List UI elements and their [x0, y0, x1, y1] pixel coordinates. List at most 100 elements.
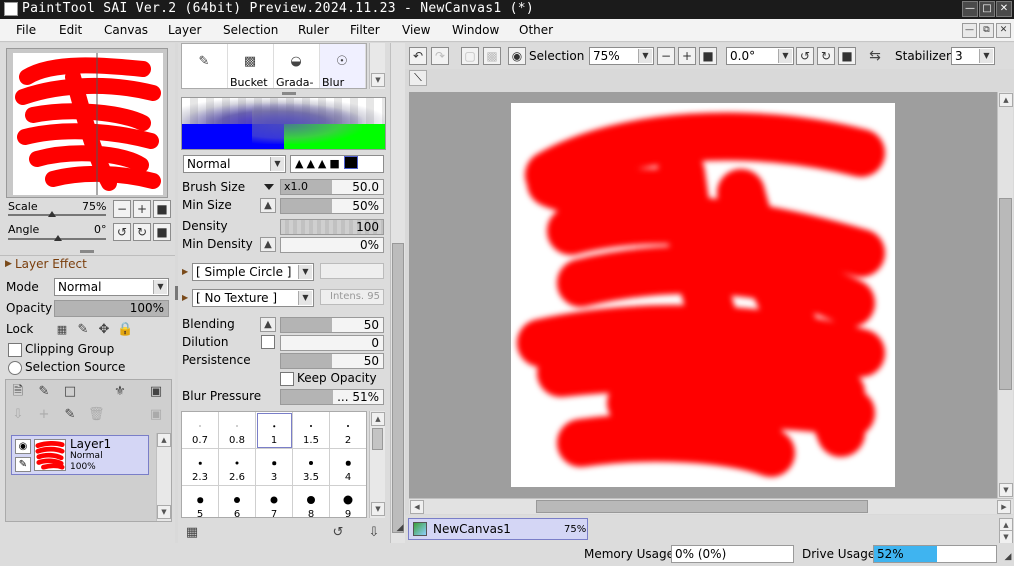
- new-layer-icon[interactable]: 🗎: [10, 384, 26, 400]
- transfer-down-icon[interactable]: ⇩: [10, 407, 26, 423]
- navigator-preview[interactable]: [6, 48, 168, 198]
- menu-edit[interactable]: Edit: [59, 23, 82, 37]
- zoom-select[interactable]: 75% ▼: [589, 47, 654, 65]
- angle-select[interactable]: 0.0° ▼: [726, 47, 794, 65]
- expand-arrow-icon[interactable]: ▶: [182, 267, 188, 276]
- brush-size-preset[interactable]: 1.5: [293, 412, 330, 449]
- scale-slider[interactable]: [8, 214, 106, 216]
- brush-shape-select[interactable]: [ Simple Circle ] ▼: [192, 263, 314, 281]
- angle-slider-thumb[interactable]: [54, 235, 62, 241]
- menu-selection[interactable]: Selection: [223, 23, 278, 37]
- save-icon[interactable]: ⇩: [366, 525, 382, 541]
- layer-row[interactable]: ◉ ✎ Layer1 Normal 100%: [11, 435, 149, 475]
- tool-gradation[interactable]: ◒ Grada-: [274, 44, 320, 88]
- flip-icon[interactable]: ⇆: [867, 48, 883, 64]
- zoom-reset-icon[interactable]: ■: [699, 47, 717, 65]
- move-icon[interactable]: ✥: [96, 322, 112, 338]
- menu-other[interactable]: Other: [519, 23, 553, 37]
- canvas-tab[interactable]: NewCanvas1 75%: [408, 518, 588, 540]
- brush-shape-selector[interactable]: ▲▲▲■: [290, 155, 384, 173]
- persistence-slider[interactable]: 50: [280, 353, 384, 369]
- scroll-up-icon[interactable]: ▲: [371, 412, 385, 426]
- eye-icon[interactable]: ◉: [15, 439, 31, 454]
- rotate-cw-icon[interactable]: ↻: [817, 47, 835, 65]
- reset-icon[interactable]: ↺: [330, 525, 346, 541]
- tool-pen[interactable]: ✎: [182, 44, 228, 88]
- doc-restore-icon[interactable]: ⧉: [979, 23, 994, 38]
- density-slider[interactable]: 100: [280, 219, 384, 235]
- eye-icon[interactable]: ◉: [508, 47, 526, 65]
- brush-size-preset[interactable]: 2.3: [182, 449, 219, 486]
- undo-icon[interactable]: ↶: [409, 47, 427, 65]
- brush-size-preset[interactable]: 8: [293, 486, 330, 517]
- canvas-paper[interactable]: [511, 103, 895, 487]
- calculator-icon[interactable]: ▦: [184, 525, 200, 541]
- scroll-thumb[interactable]: [536, 500, 868, 513]
- brush-size-preset[interactable]: 3: [256, 449, 293, 486]
- mask-icon[interactable]: ▣: [148, 384, 164, 400]
- min-density-slider[interactable]: 0%: [280, 237, 384, 253]
- layer-effect-header[interactable]: ▶ Layer Effect: [0, 255, 175, 273]
- new-pen-layer-icon[interactable]: ✎: [36, 384, 52, 400]
- scroll-down-icon[interactable]: ▼: [999, 483, 1013, 497]
- brush-size-preset[interactable]: 7: [256, 486, 293, 517]
- min-size-slider[interactable]: 50%: [280, 198, 384, 214]
- scroll-up-icon[interactable]: ▲: [157, 433, 171, 447]
- layer-mode-select[interactable]: Normal ▼: [54, 278, 169, 296]
- brush-size-preset[interactable]: 9: [330, 486, 366, 517]
- scroll-down-icon[interactable]: ▼: [371, 73, 385, 87]
- scroll-down-icon[interactable]: ▼: [371, 502, 385, 516]
- rotate-ccw-icon[interactable]: ↺: [796, 47, 814, 65]
- menu-view[interactable]: View: [402, 23, 430, 37]
- brush-size-preset[interactable]: 3.5: [293, 449, 330, 486]
- redo-icon[interactable]: ↷: [431, 47, 449, 65]
- brush-size-preset[interactable]: 0.8: [219, 412, 256, 449]
- texture-intensity[interactable]: Intens. 95: [320, 289, 384, 305]
- blending-slider[interactable]: 50: [280, 317, 384, 333]
- scale-slider-thumb[interactable]: [48, 211, 56, 217]
- rotate-reset-icon[interactable]: ■: [838, 47, 856, 65]
- pressure-icon[interactable]: ▲: [260, 237, 276, 252]
- blur-pressure-slider[interactable]: ... 51%: [280, 389, 384, 405]
- brush-size-preset[interactable]: 1: [256, 412, 293, 449]
- brush-size-preset[interactable]: 6: [219, 486, 256, 517]
- menu-ruler[interactable]: Ruler: [298, 23, 329, 37]
- rotate-ccw-icon[interactable]: ↺: [113, 223, 131, 241]
- brush-size-scrollbar[interactable]: ▲ ▼: [369, 411, 385, 518]
- selection-source-radio[interactable]: [8, 361, 22, 375]
- scroll-up-icon[interactable]: ▲: [999, 93, 1013, 107]
- maximize-icon[interactable]: □: [979, 1, 995, 17]
- zoom-in-icon[interactable]: +: [678, 47, 696, 65]
- zoom-reset-icon[interactable]: ■: [153, 200, 171, 218]
- new-folder-icon[interactable]: □: [62, 384, 78, 400]
- panel-grip[interactable]: [80, 250, 94, 253]
- brush-size-preset[interactable]: 0.7: [182, 412, 219, 449]
- dilution-slider[interactable]: 0: [280, 335, 384, 351]
- scroll-thumb[interactable]: [372, 428, 383, 450]
- mask-apply-icon[interactable]: ▣: [148, 407, 164, 423]
- brush-size-dropdown-icon[interactable]: [264, 184, 274, 190]
- panel-grip[interactable]: [282, 92, 296, 95]
- pressure-icon[interactable]: ▲: [260, 198, 276, 213]
- dilution-pressure-checkbox[interactable]: [261, 335, 275, 349]
- canvas-vscrollbar[interactable]: ▲ ▼: [997, 92, 1013, 498]
- canvas-viewport[interactable]: ▲ ▼: [409, 92, 1013, 498]
- doc-close-icon[interactable]: ✕: [996, 23, 1011, 38]
- scroll-right-icon[interactable]: ▶: [997, 500, 1011, 514]
- scroll-thumb[interactable]: [999, 198, 1012, 390]
- layer-scrollbar[interactable]: ▲ ▼: [156, 433, 171, 521]
- zoom-out-icon[interactable]: −: [113, 200, 131, 218]
- tool-scrollbar[interactable]: ▼: [369, 43, 385, 89]
- stabilizer-select[interactable]: 3 ▼: [951, 47, 995, 65]
- scroll-down-icon[interactable]: ▼: [999, 530, 1013, 544]
- trash-icon[interactable]: 🗑: [88, 407, 105, 423]
- clear-layer-icon[interactable]: ✎: [62, 407, 78, 423]
- brush-texture-select[interactable]: [ No Texture ] ▼: [192, 289, 314, 307]
- rotate-cw-icon[interactable]: ↻: [133, 223, 151, 241]
- brush-blend-select[interactable]: Normal ▼: [183, 155, 286, 173]
- brush-size-preset[interactable]: 4: [330, 449, 366, 486]
- zoom-out-icon[interactable]: −: [657, 47, 675, 65]
- lock-transparency-icon[interactable]: ▦: [54, 322, 70, 338]
- scroll-left-icon[interactable]: ◀: [410, 500, 424, 514]
- expand-arrow-icon[interactable]: ▶: [182, 293, 188, 302]
